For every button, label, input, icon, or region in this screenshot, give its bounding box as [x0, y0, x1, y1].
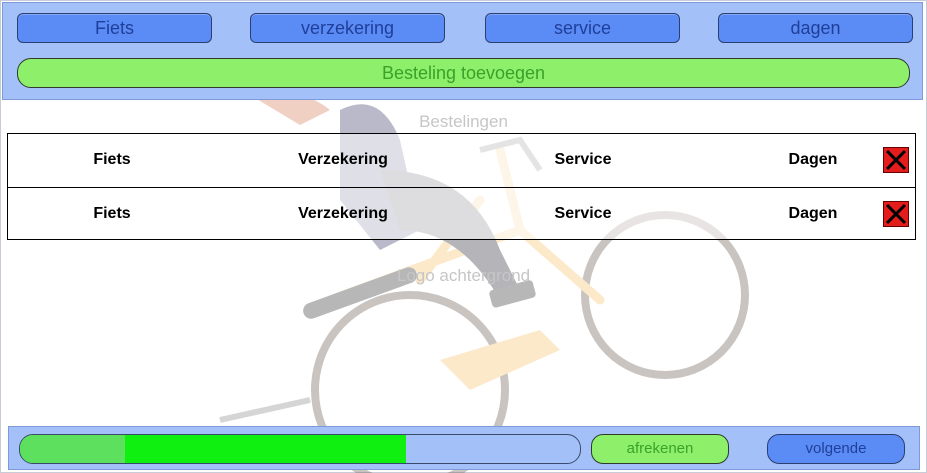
cell-service: Service [554, 205, 612, 222]
delete-order-button[interactable] [883, 201, 909, 227]
table-row: Fiets Verzekering Service Dagen [8, 134, 915, 186]
cell-days: Dagen [788, 151, 838, 168]
next-button[interactable]: volgende [767, 434, 905, 464]
tab-verzekering[interactable]: verzekering [250, 13, 445, 43]
delete-order-button[interactable] [883, 147, 909, 173]
checkout-button[interactable]: afrekenen [591, 434, 729, 464]
add-order-button[interactable]: Besteling toevoegen [17, 58, 910, 88]
cell-insurance: Verzekering [298, 205, 388, 222]
cell-days: Dagen [788, 205, 838, 222]
table-row: Fiets Verzekering Service Dagen [8, 187, 915, 240]
top-nav-bar: Fiets verzekering service dagen Bestelin… [2, 2, 923, 100]
cell-bike: Fiets [93, 205, 131, 222]
tab-dagen[interactable]: dagen [718, 13, 913, 43]
tab-service[interactable]: service [485, 13, 680, 43]
progress-bar [19, 434, 581, 464]
tab-fiets[interactable]: Fiets [17, 13, 212, 43]
x-icon [885, 203, 907, 225]
orders-title: Bestelingen [419, 112, 508, 131]
progress-fill-shade [20, 435, 125, 463]
cell-bike: Fiets [93, 151, 131, 168]
orders-table: Fiets Verzekering Service Dagen Fiets Ve… [7, 133, 916, 240]
cell-service: Service [554, 151, 612, 168]
background-logo-label: Logo achtergrond [396, 266, 531, 285]
cell-insurance: Verzekering [298, 151, 388, 168]
bottom-bar: afrekenen volgende [8, 426, 920, 470]
x-icon [885, 149, 907, 171]
